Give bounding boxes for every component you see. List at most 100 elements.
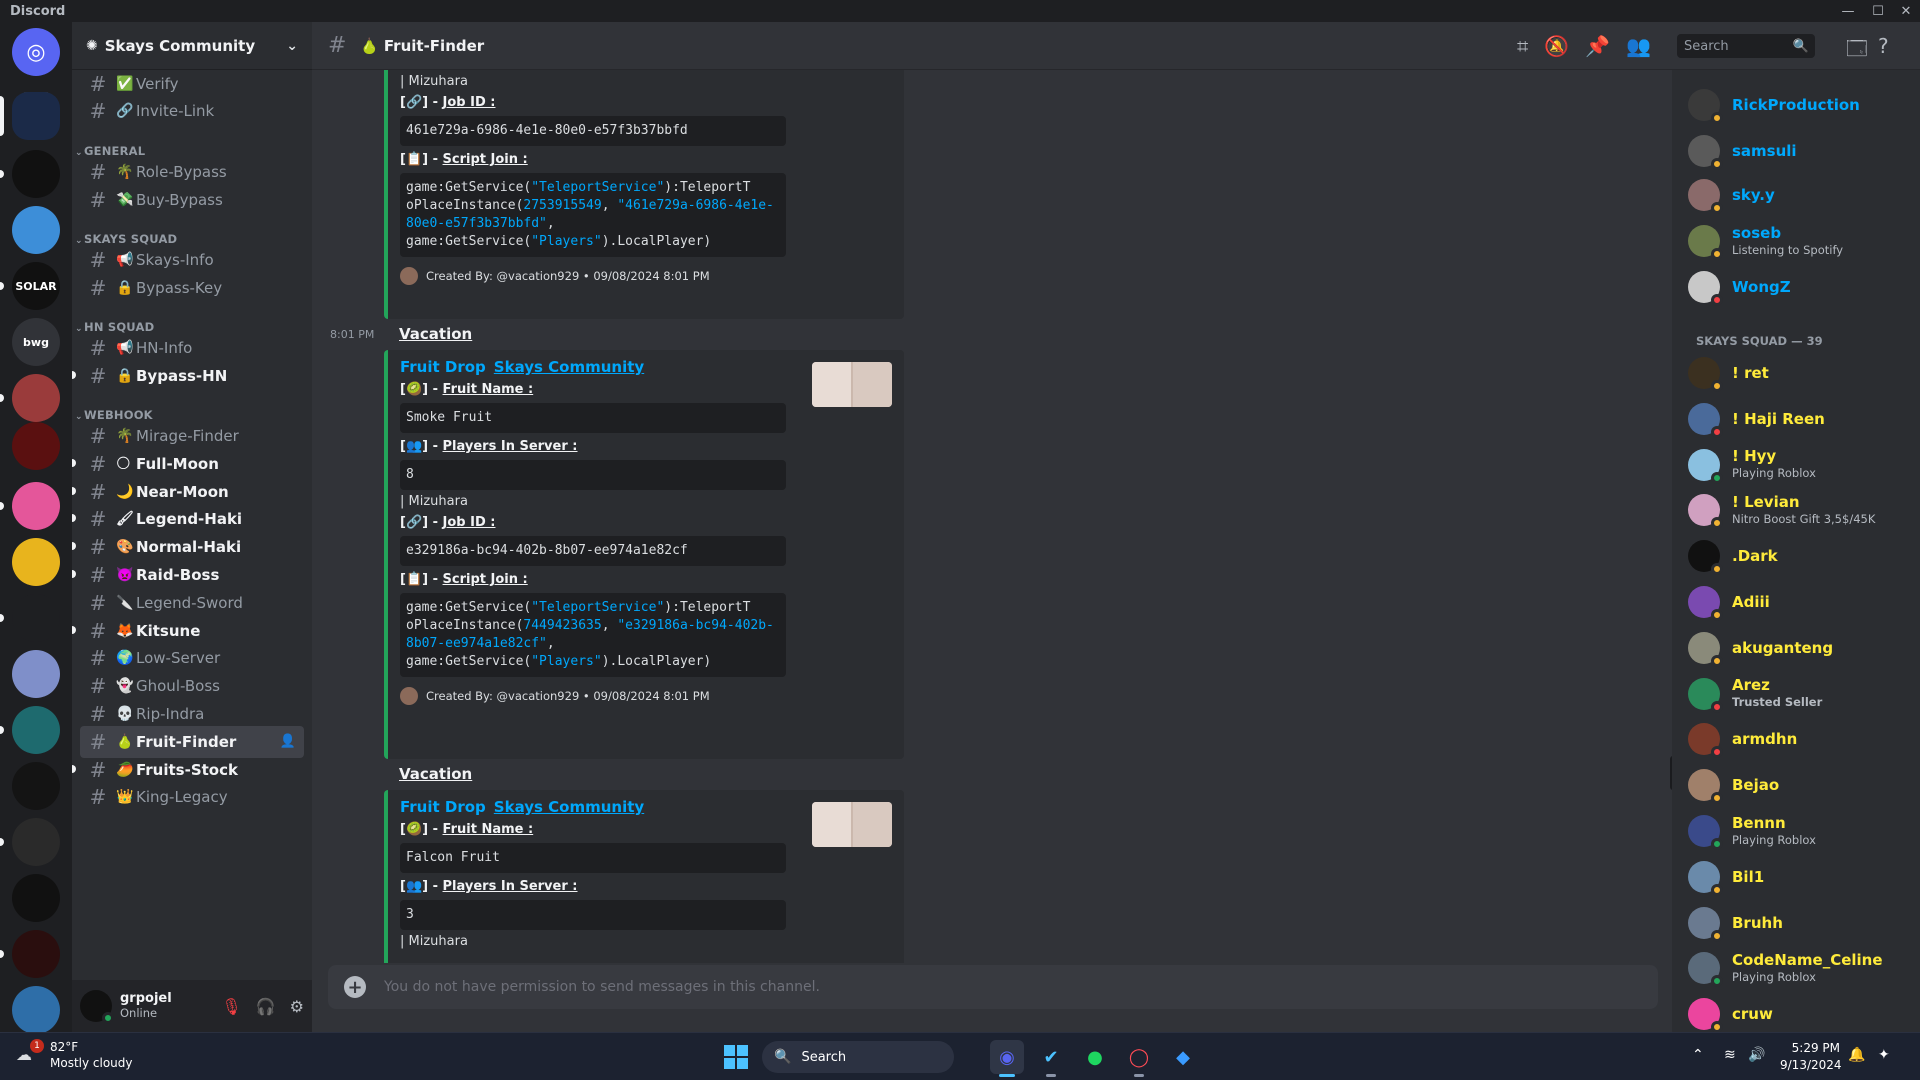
gear-icon[interactable]: ⚙ — [290, 997, 304, 1016]
channel-fruit-finder[interactable]: # 🍐 Fruit-Finder 👤 — [80, 725, 304, 758]
server-icon-hex[interactable] — [12, 92, 60, 140]
member-item[interactable]: Bruhh — [1680, 902, 1912, 944]
server-icon-blue[interactable] — [12, 206, 60, 254]
message-author[interactable]: Vacation — [399, 325, 472, 343]
message-author[interactable]: Vacation — [399, 765, 472, 783]
pin-icon[interactable]: 📌 — [1585, 34, 1610, 58]
headphones-icon[interactable]: 🎧 — [256, 997, 276, 1016]
member-item[interactable]: CodeName_Celine Playing Roblox — [1680, 947, 1912, 989]
maximize-button[interactable]: ☐ — [1864, 0, 1892, 22]
footer-avatar — [400, 687, 418, 705]
channel-king-legacy[interactable]: # 👑 King-Legacy — [80, 781, 304, 813]
member-item[interactable]: akuganteng — [1680, 627, 1912, 669]
invite-icon[interactable]: 👤 — [280, 734, 296, 749]
member-item[interactable]: sky.y — [1680, 174, 1912, 216]
member-item[interactable]: Bejao — [1680, 764, 1912, 806]
unread-server-indicator — [0, 726, 4, 734]
server-icon-drop[interactable] — [12, 594, 60, 642]
member-item[interactable]: armdhn — [1680, 718, 1912, 760]
job-id-code[interactable]: 461e729a-6986-4e1e-80e0-e57f3b37bbfd — [400, 116, 786, 146]
volume-icon[interactable]: 🔊 — [1748, 1047, 1765, 1063]
plus-icon[interactable]: + — [344, 976, 366, 998]
taskbar-search[interactable]: 🔍 Search — [762, 1041, 954, 1073]
minimize-button[interactable]: — — [1834, 0, 1862, 22]
fruit-name-code[interactable]: Falcon Fruit — [400, 843, 786, 873]
member-item[interactable]: .Dark — [1680, 535, 1912, 577]
tasks-taskbar-icon[interactable]: ✔ — [1034, 1040, 1068, 1077]
member-item[interactable]: cruw — [1680, 993, 1912, 1032]
server-icon-swirl[interactable] — [12, 874, 60, 922]
channel-full-moon[interactable]: # 🌕 Full-Moon — [72, 448, 304, 480]
server-icon-anime[interactable] — [12, 374, 60, 422]
threads-icon[interactable]: ⌗ — [1517, 34, 1528, 58]
member-item[interactable]: Adiii — [1680, 581, 1912, 623]
server-icon-pudding[interactable] — [12, 538, 60, 586]
community-link[interactable]: Skays Community — [494, 798, 644, 816]
weather-widget[interactable]: ☁ 1 82°F Mostly cloudy — [16, 1039, 133, 1071]
script-code[interactable]: game:GetService("TeleportService"):Telep… — [400, 593, 786, 677]
channel-legend-sword[interactable]: # 🔪 Legend-Sword — [80, 587, 304, 619]
guild-header[interactable]: ✺ Skays Community ⌄ — [72, 22, 312, 70]
unread-server-indicator — [0, 282, 4, 290]
embed-thumbnail[interactable] — [812, 362, 892, 407]
clock[interactable]: 5:29 PM 9/13/2024 — [1780, 1040, 1842, 1074]
close-button[interactable]: ✕ — [1892, 0, 1920, 22]
server-icon-bwg[interactable]: bwg — [12, 318, 60, 366]
server-icon-char[interactable] — [12, 650, 60, 698]
server-icon-eternal[interactable] — [12, 422, 60, 470]
member-item[interactable]: Arez Trusted Seller — [1680, 673, 1912, 715]
member-item[interactable]: RickProduction — [1680, 84, 1912, 126]
server-icon-red-swirl[interactable] — [12, 930, 60, 978]
community-link[interactable]: Skays Community — [494, 358, 644, 376]
member-name-block: WongZ — [1732, 279, 1791, 295]
message-composer[interactable]: + You do not have permission to send mes… — [328, 965, 1658, 1009]
windows-start-icon[interactable] — [724, 1045, 748, 1069]
members-icon[interactable]: 👥 — [1626, 34, 1651, 58]
channel-buy-bypass[interactable]: # 💸 Buy-Bypass — [80, 184, 304, 216]
member-item[interactable]: samsuli — [1680, 130, 1912, 172]
server-icon-solara[interactable] — [12, 818, 60, 866]
channel-name: Bypass-Key — [136, 279, 223, 297]
member-item[interactable]: WongZ — [1680, 266, 1912, 308]
search-input[interactable]: Search 🔍 — [1677, 34, 1815, 58]
players-code[interactable]: 8 — [400, 460, 786, 490]
discord-home-icon[interactable]: ◎ — [12, 28, 60, 76]
script-code[interactable]: game:GetService("TeleportService"):Telep… — [400, 173, 786, 257]
server-icon-solar[interactable]: SOLAR — [12, 262, 60, 310]
member-item[interactable]: ! Hyy Playing Roblox — [1680, 444, 1912, 486]
inbox-icon[interactable]: 🗔 — [1846, 34, 1868, 68]
member-item[interactable]: ! Levian Nitro Boost Gift 3,5$/45K — [1680, 489, 1912, 531]
mic-muted-icon[interactable]: 🎙 — [221, 997, 241, 1016]
server-icon-game[interactable] — [12, 986, 60, 1032]
avatar[interactable] — [80, 990, 114, 1024]
server-icon-teal[interactable] — [12, 706, 60, 754]
chevron-down-icon[interactable]: ⌄ — [286, 38, 298, 54]
players-code[interactable]: 3 — [400, 900, 786, 930]
fruit-name-code[interactable]: Smoke Fruit — [400, 403, 786, 433]
member-item[interactable]: Bennn Playing Roblox — [1680, 810, 1912, 852]
wifi-icon[interactable]: ≋ — [1724, 1047, 1736, 1063]
member-item[interactable]: ! Haji Reen — [1680, 398, 1912, 440]
member-name: akuganteng — [1732, 638, 1834, 657]
discord-taskbar-icon[interactable]: ◉ — [990, 1040, 1024, 1077]
member-item[interactable]: Bil1 — [1680, 856, 1912, 898]
embed-thumbnail[interactable] — [812, 802, 892, 847]
help-icon[interactable]: ? — [1878, 34, 1889, 58]
spotify-taskbar-icon[interactable]: ● — [1078, 1040, 1112, 1074]
channel-bypass-key[interactable]: # 🔒 Bypass-Key — [80, 272, 304, 304]
channel-invite-link[interactable]: # 🔗 Invite-Link — [80, 95, 304, 127]
chevron-up-icon[interactable]: ⌃ — [1692, 1047, 1704, 1063]
server-icon-moon[interactable] — [12, 762, 60, 810]
server-icon-ps[interactable] — [12, 150, 60, 198]
bell-icon[interactable]: 🔔 — [1848, 1047, 1865, 1063]
member-item[interactable]: ! ret — [1680, 352, 1912, 394]
user-info[interactable]: grpojel Online — [120, 992, 172, 1021]
copilot-icon[interactable]: ✦ — [1878, 1047, 1890, 1063]
opera-taskbar-icon[interactable]: ◯ — [1122, 1040, 1156, 1077]
server-icon-kuromi[interactable] — [12, 482, 60, 530]
channel-bypass-hn[interactable]: # 🔒 Bypass-HN — [72, 360, 304, 392]
messenger-taskbar-icon[interactable]: ◆ — [1166, 1040, 1200, 1074]
job-id-code[interactable]: e329186a-bc94-402b-8b07-ee974a1e82cf — [400, 536, 786, 566]
member-item[interactable]: soseb Listening to Spotify — [1680, 220, 1912, 262]
notifications-muted-icon[interactable]: 🔕 — [1544, 34, 1569, 58]
